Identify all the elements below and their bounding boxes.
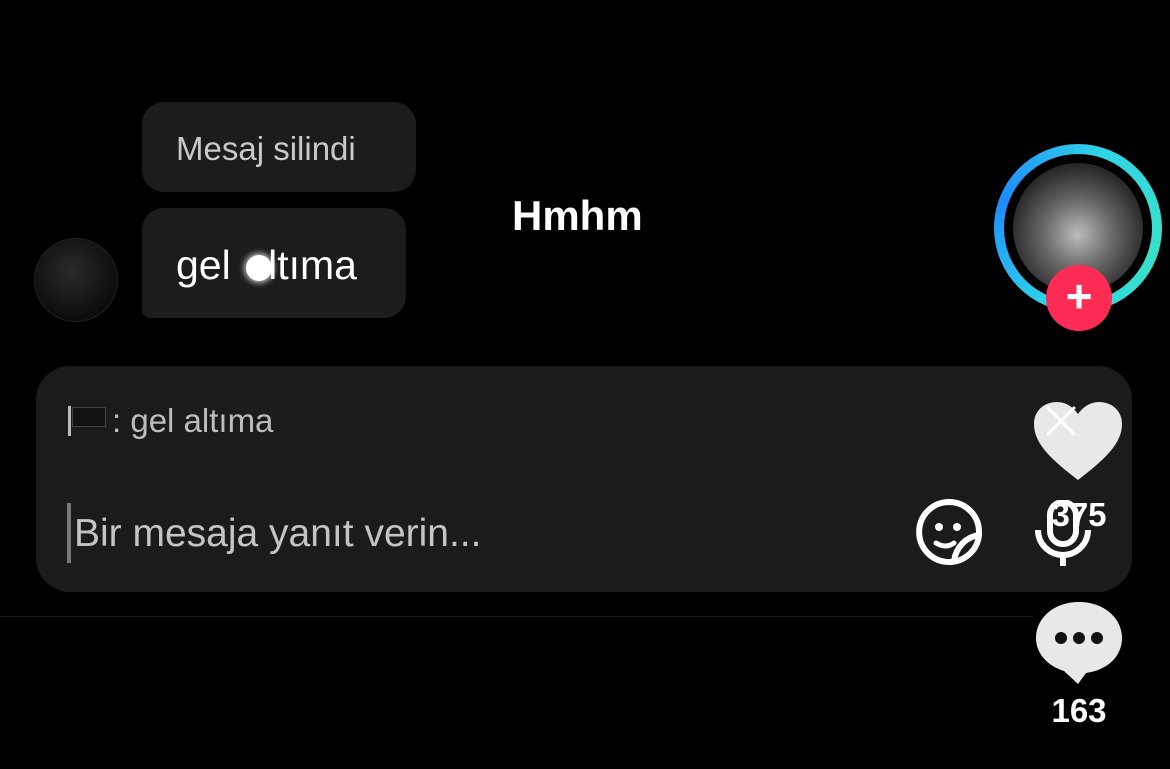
close-icon[interactable] — [1044, 404, 1078, 438]
reply-quote-text: : gel altıma — [112, 402, 274, 439]
like-count: 375 — [1051, 496, 1107, 533]
sender-avatar[interactable] — [34, 238, 118, 322]
comment-icon[interactable] — [1032, 598, 1126, 688]
follow-button[interactable]: + — [1046, 265, 1112, 331]
sticker-icon[interactable] — [914, 497, 984, 567]
deleted-message-text: Mesaj silindi — [176, 130, 356, 167]
message-text-end: ltıma — [268, 242, 357, 288]
reply-quote: : gel altıma — [68, 402, 273, 440]
flag-icon — [68, 406, 106, 436]
deleted-message-bubble[interactable]: Mesaj silindi — [142, 102, 416, 192]
comment-count: 163 — [1051, 692, 1107, 729]
message-text-start: gel — [176, 242, 243, 288]
reply-input[interactable] — [72, 503, 896, 565]
message-bubble[interactable]: gel ltıma — [142, 208, 406, 318]
video-caption-overlay: Hmhm — [512, 192, 643, 239]
text-cursor — [67, 503, 71, 563]
divider — [0, 616, 1032, 617]
